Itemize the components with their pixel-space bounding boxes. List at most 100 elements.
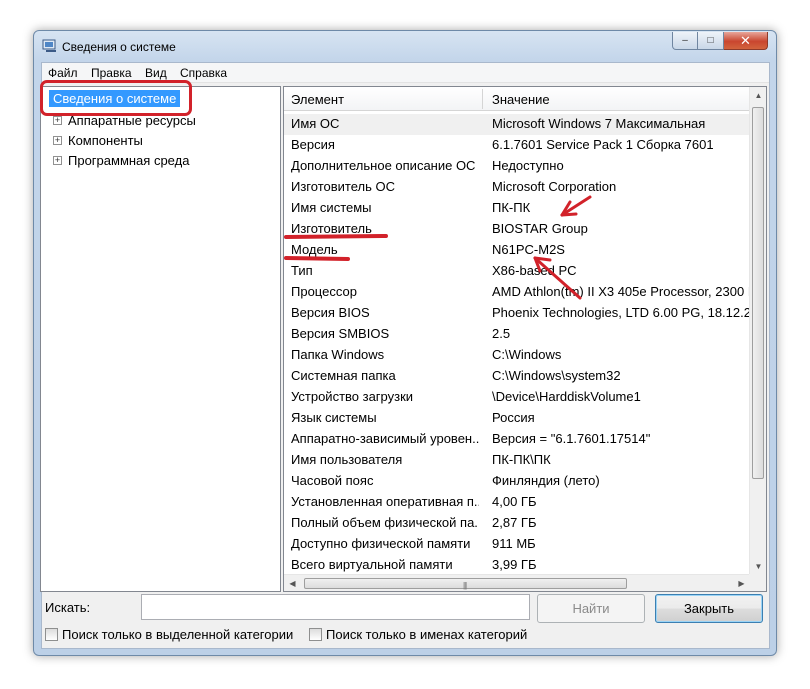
maximize-button[interactable]: □	[698, 32, 724, 50]
search-input[interactable]	[141, 594, 530, 620]
row-item-value: \Device\HarddiskVolume1	[492, 389, 641, 404]
row-item-value: N61PC-M2S	[492, 242, 565, 257]
horizontal-scroll-thumb[interactable]: |||	[304, 578, 627, 590]
scroll-right-icon[interactable]: ▶	[733, 575, 750, 591]
checkbox[interactable]	[309, 628, 322, 641]
row-item-name: Дополнительное описание ОС	[291, 158, 476, 173]
table-row[interactable]: Язык системы Россия	[284, 408, 750, 429]
vertical-scroll-thumb[interactable]	[752, 107, 764, 479]
tree-node-software-environment[interactable]: + Программная среда	[53, 153, 189, 168]
scrollbar-corner	[749, 574, 766, 591]
column-header-value[interactable]: Значение	[492, 92, 550, 107]
row-item-name: Имя пользователя	[291, 452, 403, 467]
tree-node-label: Аппаратные ресурсы	[68, 113, 196, 128]
row-item-name: Изготовитель	[291, 221, 372, 236]
vertical-scrollbar[interactable]: ▲ ▼	[749, 87, 766, 575]
window-title: Сведения о системе	[62, 40, 176, 54]
tree-node-label: Компоненты	[68, 133, 143, 148]
row-item-name: Установленная оперативная п...	[291, 494, 479, 509]
expand-icon[interactable]: +	[53, 156, 62, 165]
table-row[interactable]: Дополнительное описание ОС Недоступно	[284, 156, 750, 177]
row-item-name: Версия BIOS	[291, 305, 370, 320]
table-row[interactable]: Установленная оперативная п... 4,00 ГБ	[284, 492, 750, 513]
menu-file[interactable]: Файл	[48, 66, 78, 80]
row-item-value: Версия = "6.1.7601.17514"	[492, 431, 651, 446]
row-item-value: Недоступно	[492, 158, 564, 173]
scroll-left-icon[interactable]: ◀	[284, 575, 301, 591]
row-item-value: 2,87 ГБ	[492, 515, 537, 530]
column-divider[interactable]	[482, 89, 483, 109]
row-item-name: Устройство загрузки	[291, 389, 414, 404]
table-row[interactable]: Модель N61PC-M2S	[284, 240, 750, 261]
table-row[interactable]: Аппаратно-зависимый уровен... Версия = "6…	[284, 429, 750, 450]
menu-bar: Файл Правка Вид Справка	[42, 63, 769, 83]
close-button[interactable]: Закрыть	[655, 594, 763, 623]
table-row[interactable]: Версия SMBIOS 2.5	[284, 324, 750, 345]
tree-root-system-summary[interactable]: Сведения о системе	[49, 90, 181, 107]
title-bar[interactable]: Сведения о системе ‒ □ ✕	[34, 31, 776, 63]
scroll-down-icon[interactable]: ▼	[750, 558, 766, 575]
table-row[interactable]: Имя системы ПК-ПК	[284, 198, 750, 219]
horizontal-scrollbar[interactable]: ◀ ||| ▶	[284, 574, 750, 591]
table-row[interactable]: Изготовитель ОС Microsoft Corporation	[284, 177, 750, 198]
table-row[interactable]: Имя пользователя ПК-ПК\ПК	[284, 450, 750, 471]
find-button[interactable]: Найти	[537, 594, 645, 623]
window-controls: ‒ □ ✕	[672, 32, 768, 50]
menu-edit[interactable]: Правка	[91, 66, 132, 80]
close-window-button[interactable]: ✕	[724, 32, 768, 50]
row-item-name: Версия SMBIOS	[291, 326, 390, 341]
row-item-name: Полный объем физической па...	[291, 515, 479, 530]
table-row[interactable]: Процессор AMD Athlon(tm) II X3 405e Proce…	[284, 282, 750, 303]
table-row[interactable]: Устройство загрузки \Device\HarddiskVolum…	[284, 387, 750, 408]
table-row[interactable]: Тип X86-based PC	[284, 261, 750, 282]
scroll-up-icon[interactable]: ▲	[750, 87, 766, 104]
table-row[interactable]: Часовой пояс Финляндия (лето)	[284, 471, 750, 492]
row-item-value: Phoenix Technologies, LTD 6.00 PG, 18.12…	[492, 305, 750, 320]
menu-view[interactable]: Вид	[145, 66, 167, 80]
row-item-name: Язык системы	[291, 410, 377, 425]
row-item-value: 911 МБ	[492, 536, 536, 551]
table-row[interactable]: Полный объем физической па... 2,87 ГБ	[284, 513, 750, 534]
row-item-value: 3,99 ГБ	[492, 557, 537, 572]
grip-icon: |||	[463, 581, 467, 590]
table-row[interactable]: Имя ОС Microsoft Windows 7 Максимальная	[284, 114, 750, 135]
row-item-name: Тип	[291, 263, 313, 278]
row-item-name: Доступно физической памяти	[291, 536, 471, 551]
row-item-value: Microsoft Corporation	[492, 179, 617, 194]
expand-icon[interactable]: +	[53, 136, 62, 145]
row-item-value: C:\Windows	[492, 347, 562, 362]
table-row[interactable]: Изготовитель BIOSTAR Group	[284, 219, 750, 240]
row-item-value: AMD Athlon(tm) II X3 405e Processor, 230…	[492, 284, 750, 299]
row-item-value: Россия	[492, 410, 535, 425]
list-rows: Имя ОС Microsoft Windows 7 Максимальная Ве…	[284, 114, 750, 576]
row-item-value: ПК-ПК\ПК	[492, 452, 551, 467]
option-search-selected-category[interactable]: Поиск только в выделенной категории	[45, 627, 293, 642]
checkbox[interactable]	[45, 628, 58, 641]
table-row[interactable]: Версия BIOS Phoenix Technologies, LTD 6.0…	[284, 303, 750, 324]
tree-node-label: Программная среда	[68, 153, 190, 168]
row-item-name: Аппаратно-зависимый уровен...	[291, 431, 479, 446]
table-row[interactable]: Всего виртуальной памяти 3,99 ГБ	[284, 555, 750, 576]
tree-node-components[interactable]: + Компоненты	[53, 133, 143, 148]
row-item-name: Имя ОС	[291, 116, 340, 131]
table-row[interactable]: Версия 6.1.7601 Service Pack 1 Сборка 760…	[284, 135, 750, 156]
minimize-button[interactable]: ‒	[672, 32, 698, 50]
menu-help[interactable]: Справка	[180, 66, 227, 80]
row-item-name: Часовой пояс	[291, 473, 374, 488]
checkbox-label: Поиск только в выделенной категории	[62, 627, 294, 642]
row-item-value: 4,00 ГБ	[492, 494, 537, 509]
row-item-name: Процессор	[291, 284, 357, 299]
table-row[interactable]: Папка Windows C:\Windows	[284, 345, 750, 366]
option-search-category-names[interactable]: Поиск только в именах категорий	[309, 627, 527, 642]
column-header-item[interactable]: Элемент	[291, 92, 344, 107]
row-item-name: Версия	[291, 137, 335, 152]
details-list[interactable]: Элемент Значение Имя ОС Microsoft Windows…	[283, 86, 767, 592]
tree-node-hardware-resources[interactable]: + Аппаратные ресурсы	[53, 113, 196, 128]
row-item-value: Финляндия (лето)	[492, 473, 600, 488]
category-tree[interactable]: Сведения о системе + Аппаратные ресурсы …	[40, 86, 281, 592]
row-item-value: BIOSTAR Group	[492, 221, 588, 236]
table-row[interactable]: Доступно физической памяти 911 МБ	[284, 534, 750, 555]
system-info-app-icon	[42, 39, 56, 52]
table-row[interactable]: Системная папка C:\Windows\system32	[284, 366, 750, 387]
expand-icon[interactable]: +	[53, 116, 62, 125]
